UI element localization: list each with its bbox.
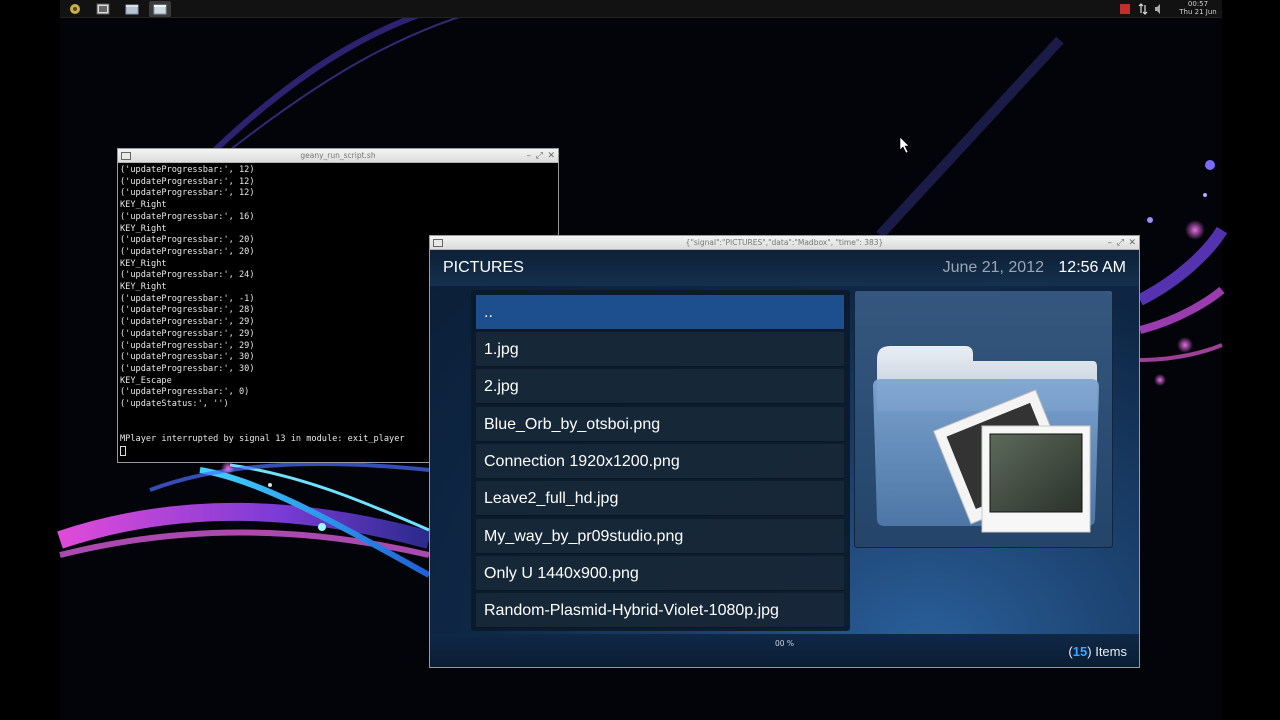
maximize-icon[interactable]: ⤢ — [536, 150, 543, 162]
list-item[interactable]: .. — [476, 295, 844, 330]
window-icon — [125, 4, 139, 15]
app-menu-button[interactable] — [64, 1, 86, 17]
close-icon[interactable]: ✕ — [1128, 237, 1136, 249]
terminal-cursor — [120, 445, 126, 456]
app-menu-icon — [70, 4, 80, 14]
close-icon[interactable]: ✕ — [547, 150, 555, 162]
list-item[interactable]: 2.jpg — [476, 369, 844, 404]
media-header: PICTURES June 21, 2012 12:56 AM — [430, 250, 1139, 286]
taskbar-window-media[interactable] — [149, 1, 171, 17]
maximize-icon[interactable]: ⤢ — [1117, 237, 1124, 249]
file-list: .. 1.jpg 2.jpg Blue_Orb_by_otsboi.png Co… — [471, 290, 850, 631]
clock[interactable]: 00:57 Thu 21 Jun — [1178, 0, 1218, 16]
list-item[interactable]: Only U 1440x900.png — [476, 556, 844, 591]
taskbar-window-terminal[interactable] — [121, 1, 143, 17]
item-count-close: ) — [1087, 644, 1092, 659]
header-time: 12:56 AM — [1058, 259, 1126, 276]
progress-text: 00 % — [774, 639, 795, 648]
record-icon[interactable] — [1120, 4, 1130, 14]
minimize-icon[interactable]: – — [527, 150, 532, 162]
list-item[interactable]: Leave2_full_hd.jpg — [476, 481, 844, 516]
taskbar: 00:57 Thu 21 Jun — [60, 0, 1222, 18]
system-tray: 00:57 Thu 21 Jun — [1112, 0, 1222, 18]
terminal-titlebar[interactable]: geany_run_script.sh – ⤢ ✕ — [118, 149, 558, 163]
terminal-line: ('updateProgressbar:', 12) — [120, 188, 255, 199]
list-item[interactable]: My_way_by_pr09studio.png — [476, 519, 844, 554]
item-count: (15) Items — [1068, 644, 1127, 659]
section-title: PICTURES — [443, 259, 524, 276]
item-count-number: 15 — [1072, 644, 1088, 659]
list-item[interactable]: Blue_Orb_by_otsboi.png — [476, 407, 844, 442]
image-viewer-button[interactable] — [92, 1, 114, 17]
media-content: PICTURES June 21, 2012 12:56 AM .. 1.jpg… — [430, 250, 1139, 667]
window-icon — [153, 4, 167, 15]
media-titlebar[interactable]: {"signal":"PICTURES","data":"Madbox", "t… — [430, 236, 1139, 250]
terminal-line: ('updateProgressbar:', 12) — [120, 165, 255, 175]
clock-time: 00:57 — [1187, 0, 1209, 8]
terminal-line: KEY_Right — [120, 223, 167, 234]
clock-date: Thu 21 Jun — [1179, 8, 1217, 16]
picture-folder-icon — [873, 346, 1099, 533]
terminal-line: ('updateProgressbar:', 12) — [120, 176, 255, 187]
network-icon[interactable] — [1138, 3, 1148, 15]
header-date: June 21, 2012 — [942, 259, 1044, 276]
items-label: Items — [1095, 644, 1127, 659]
list-item[interactable]: Connection 1920x1200.png — [476, 444, 844, 479]
list-item[interactable]: Random-Plasmid-Hybrid-Violet-1080p.jpg — [476, 593, 844, 628]
minimize-icon[interactable]: – — [1108, 237, 1113, 249]
terminal-line: KEY_Right — [120, 200, 167, 211]
list-item[interactable]: 1.jpg — [476, 332, 844, 367]
media-center-window[interactable]: {"signal":"PICTURES","data":"Madbox", "t… — [429, 235, 1140, 668]
image-viewer-icon — [96, 3, 110, 15]
terminal-title: geany_run_script.sh — [300, 151, 376, 160]
thumbnail-preview — [854, 290, 1113, 548]
volume-icon[interactable] — [1154, 3, 1164, 15]
terminal-line: ('updateProgressbar:', 16) — [120, 211, 255, 222]
media-window-title: {"signal":"PICTURES","data":"Madbox", "t… — [685, 238, 884, 247]
media-footer: 00 % (15) Items — [430, 634, 1139, 667]
